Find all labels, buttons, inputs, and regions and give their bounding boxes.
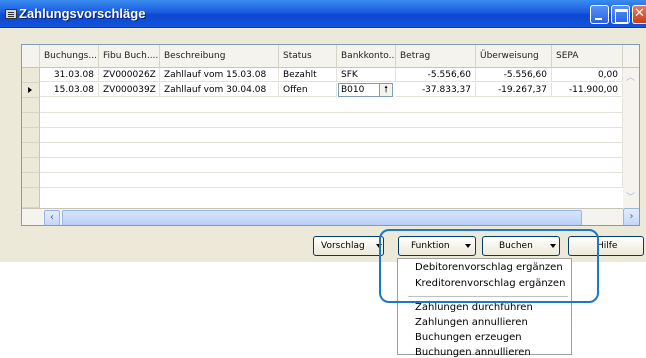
empty-row[interactable] — [40, 158, 623, 173]
current-row-arrow-icon — [28, 87, 32, 93]
column-header-betrag[interactable]: Betrag — [396, 45, 476, 68]
cell-ueberweisung[interactable]: -19.267,37 — [476, 83, 552, 97]
scroll-right-icon[interactable]: › — [623, 208, 639, 225]
cell-buchungsdatum[interactable]: 15.03.08 — [40, 83, 99, 97]
empty-row[interactable] — [40, 98, 623, 113]
column-header-ueberweisung[interactable]: Überweisung — [476, 45, 552, 68]
vorschlag-button-label: Vorschlag — [321, 241, 365, 251]
column-header-bankkonto[interactable]: Bankkonto... — [337, 45, 396, 68]
scroll-down-icon[interactable]: ﹀ — [626, 190, 635, 203]
highlight-annotation — [379, 229, 599, 303]
column-header-fibu-buchung[interactable]: Fibu Buch.... — [99, 45, 160, 68]
row-selector-header — [22, 45, 40, 68]
horizontal-scroll-thumb[interactable] — [62, 210, 582, 225]
vertical-scrollbar[interactable]: ︿ ﹀ — [623, 68, 639, 208]
minimize-button[interactable] — [590, 5, 609, 24]
horizontal-scrollbar[interactable]: ‹ — [22, 208, 623, 225]
row-selector[interactable] — [22, 143, 40, 158]
row-selector[interactable] — [22, 188, 40, 208]
close-button[interactable] — [632, 5, 646, 24]
cell-beschreibung[interactable]: Zahllauf vom 15.03.08 — [160, 68, 279, 82]
cell-buchungsdatum[interactable]: 31.03.08 — [40, 68, 99, 82]
cell-betrag[interactable]: -5.556,60 — [396, 68, 476, 82]
menu-item-zahlungen-annullieren[interactable]: Zahlungen annullieren — [415, 317, 528, 328]
row-selector[interactable] — [22, 128, 40, 143]
scroll-left-icon[interactable]: ‹ — [44, 210, 60, 225]
row-selector[interactable] — [22, 98, 40, 113]
cell-beschreibung[interactable]: Zahllauf vom 30.04.08 — [160, 83, 279, 97]
row-selector[interactable] — [22, 113, 40, 128]
column-header-beschreibung[interactable]: Beschreibung — [160, 45, 279, 68]
zahlungsvorschlaege-window: Zahlungsvorschläge Buchungs... Fibu Buch… — [0, 0, 646, 262]
bankkonto-lookup-button[interactable]: 🠕 — [379, 83, 393, 97]
cell-status[interactable]: Bezahlt — [279, 68, 337, 82]
cell-ueberweisung[interactable]: -5.556,60 — [476, 68, 552, 82]
cell-bankkonto[interactable]: SFK — [337, 68, 396, 82]
menu-item-buchungen-erzeugen[interactable]: Buchungen erzeugen — [415, 332, 522, 343]
empty-row[interactable] — [40, 113, 623, 128]
payment-proposal-table: Buchungs... Fibu Buch.... Beschreibung S… — [21, 44, 640, 226]
cell-status[interactable]: Offen — [279, 83, 337, 97]
menu-item-buchungen-annullieren[interactable]: Buchungen annullieren — [415, 347, 531, 358]
cell-betrag[interactable]: -37.833,37 — [396, 83, 476, 97]
empty-row[interactable] — [40, 128, 623, 143]
vorschlag-button[interactable]: Vorschlag — [313, 236, 384, 256]
column-header-status[interactable]: Status — [279, 45, 337, 68]
row-selector-current[interactable] — [22, 83, 40, 98]
scroll-up-icon[interactable]: ︿ — [626, 70, 635, 83]
menu-item-zahlungen-durchfuehren[interactable]: Zahlungen durchführen — [415, 302, 533, 313]
hilfe-button-label: Hilfe — [597, 241, 618, 251]
empty-row[interactable] — [40, 143, 623, 158]
row-selector[interactable] — [22, 173, 40, 188]
cell-fibu-buchung[interactable]: ZV000026Z — [99, 68, 160, 82]
maximize-button[interactable] — [611, 5, 630, 24]
title-bar[interactable]: Zahlungsvorschläge — [0, 0, 646, 28]
empty-row[interactable] — [40, 173, 623, 188]
column-header-sepa[interactable]: SEPA — [552, 45, 623, 68]
column-header-buchungsdatum[interactable]: Buchungs... — [40, 45, 99, 68]
cell-sepa[interactable]: -11.900,00 — [552, 83, 623, 97]
window-title: Zahlungsvorschläge — [19, 6, 146, 21]
row-selector[interactable] — [22, 158, 40, 173]
cell-fibu-buchung[interactable]: ZV000039Z — [99, 83, 160, 97]
cell-sepa[interactable]: 0,00 — [552, 68, 623, 82]
window-form-icon — [5, 9, 17, 19]
arrow-up-icon: 🠕 — [384, 85, 388, 95]
row-selector[interactable] — [22, 68, 40, 83]
table-header: Buchungs... Fibu Buch.... Beschreibung S… — [22, 45, 639, 68]
